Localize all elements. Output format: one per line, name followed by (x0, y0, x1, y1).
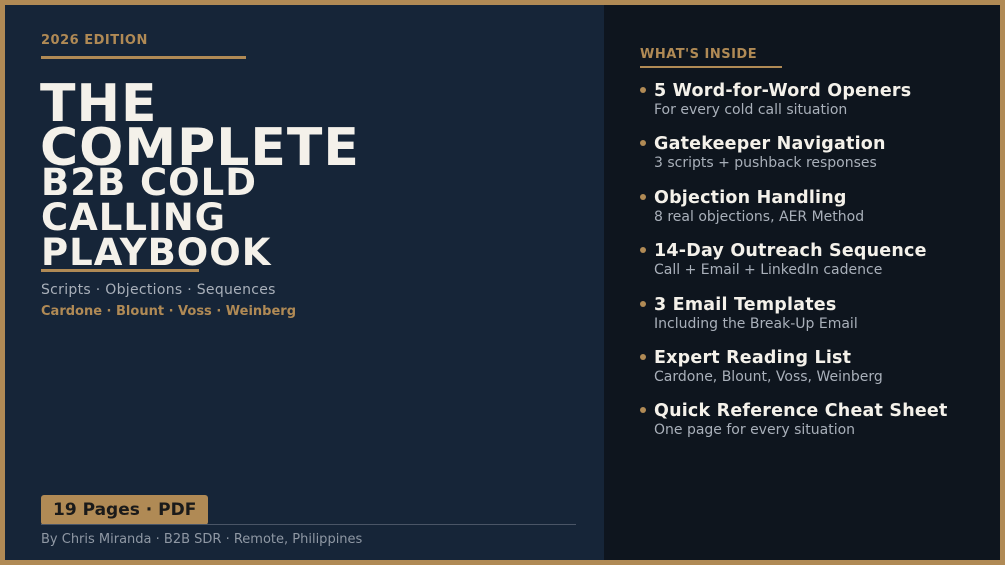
item-subtitle: Including the Break-Up Email (654, 315, 858, 332)
cover-left-panel: 2026 EDITION THE COMPLETE B2B COLD CALLI… (5, 5, 604, 560)
cover-frame: 2026 EDITION THE COMPLETE B2B COLD CALLI… (5, 5, 1000, 560)
contents-heading: WHAT'S INSIDE (640, 47, 758, 62)
footer-divider (41, 524, 576, 525)
list-item: 14-Day Outreach Sequence Call + Email + … (640, 241, 948, 294)
title-line-5: PLAYBOOK (41, 231, 272, 274)
item-subtitle: One page for every situation (654, 422, 856, 439)
contents-divider (640, 66, 782, 68)
item-title: Objection Handling (654, 187, 847, 208)
item-subtitle: 3 scripts + pushback responses (654, 155, 877, 172)
topics-subline: Scripts · Objections · Sequences (41, 282, 276, 298)
edition-label: 2026 EDITION (41, 33, 148, 48)
item-title: Gatekeeper Navigation (654, 134, 886, 155)
bullet-icon (640, 300, 646, 307)
pages-format-badge: 19 Pages · PDF (41, 495, 209, 525)
list-item: Expert Reading List Cardone, Blount, Vos… (640, 348, 948, 401)
item-title: 5 Word-for-Word Openers (654, 81, 912, 101)
item-title: Quick Reference Cheat Sheet (654, 401, 948, 422)
bullet-icon (640, 193, 646, 200)
list-item: 3 Email Templates Including the Break-Up… (640, 295, 948, 348)
contents-panel: WHAT'S INSIDE 5 Word-for-Word Openers Fo… (604, 5, 1000, 560)
list-item: Quick Reference Cheat Sheet One page for… (640, 401, 948, 454)
list-item: Gatekeeper Navigation 3 scripts + pushba… (640, 134, 948, 187)
author-byline: By Chris Miranda · B2B SDR · Remote, Phi… (41, 532, 363, 547)
bullet-icon (640, 353, 646, 360)
bullet-icon (640, 407, 646, 414)
edition-divider (41, 56, 246, 59)
bullet-icon (640, 247, 646, 254)
item-title: Expert Reading List (654, 347, 852, 368)
item-subtitle: For every cold call situation (654, 102, 848, 118)
item-subtitle: Cardone, Blount, Voss, Weinberg (654, 368, 883, 385)
item-subtitle: Call + Email + LinkedIn cadence (654, 262, 883, 279)
item-title: 3 Email Templates (654, 294, 837, 315)
featured-authors: Cardone · Blount · Voss · Weinberg (41, 304, 297, 319)
contents-list: 5 Word-for-Word Openers For every cold c… (640, 81, 948, 455)
item-subtitle: 8 real objections, AER Method (654, 208, 865, 225)
bullet-icon (640, 140, 646, 147)
item-title: 14-Day Outreach Sequence (654, 241, 927, 262)
list-item: 5 Word-for-Word Openers For every cold c… (640, 81, 948, 134)
list-item: Objection Handling 8 real objections, AE… (640, 188, 948, 241)
title-divider (41, 269, 199, 272)
bullet-icon (640, 87, 646, 93)
